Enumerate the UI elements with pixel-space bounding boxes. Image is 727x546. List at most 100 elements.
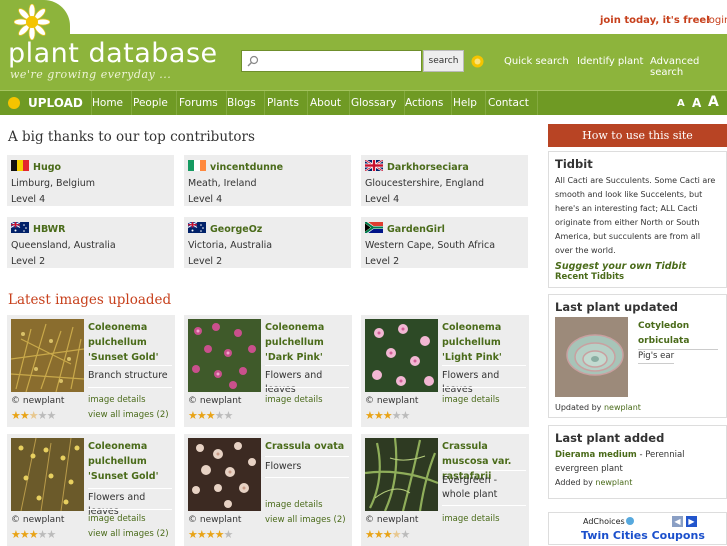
contributor-level: Level 2 xyxy=(11,256,46,267)
last-added-box: Last plant added Dierama medium - Perenn… xyxy=(548,425,727,499)
plant-common-name: Pig's ear xyxy=(638,351,675,364)
contributor-card: HBWR Queensland, Australia Level 2 xyxy=(7,217,174,268)
divider xyxy=(88,488,172,489)
user-link[interactable]: newplant xyxy=(604,403,641,412)
added-by-label: Added by xyxy=(555,478,593,487)
image-details-link[interactable]: image details xyxy=(265,498,323,513)
contributor-level: Level 4 xyxy=(188,194,223,205)
contributor-name[interactable]: vincentdunne xyxy=(210,162,283,173)
ireland-flag-icon xyxy=(188,160,206,171)
contributor-location: Limburg, Belgium xyxy=(11,178,95,189)
plant-thumbnail[interactable] xyxy=(188,438,261,511)
tidbit-text: All Cacti are Succulents. Some Cacti are… xyxy=(555,176,716,255)
font-size-small[interactable]: A xyxy=(677,98,685,109)
rating-stars[interactable]: ★★★★★ xyxy=(365,409,410,422)
tidbit-title: Tidbit xyxy=(555,157,593,171)
next-arrow-icon[interactable]: ▶ xyxy=(686,516,697,527)
quick-search-link[interactable]: Quick search xyxy=(504,56,569,67)
divider xyxy=(88,387,172,388)
image-details-link[interactable]: image details xyxy=(88,512,146,527)
rating-stars[interactable]: ★★★★★ xyxy=(188,409,233,422)
plant-thumbnail[interactable] xyxy=(365,319,438,392)
plant-name-link[interactable]: Dierama medium xyxy=(555,450,637,460)
rating-stars[interactable]: ★★★★★ xyxy=(11,528,56,541)
contributor-location: Gloucestershire, England xyxy=(365,178,485,189)
image-card: Coleonema pulchellum 'Dark Pink' Flowers… xyxy=(184,315,352,427)
image-details-link[interactable]: image details xyxy=(88,393,146,408)
divider xyxy=(265,456,349,457)
divider xyxy=(442,387,526,388)
search-input[interactable] xyxy=(241,50,422,72)
nav-people[interactable]: People xyxy=(125,91,177,115)
view-all-images-link[interactable]: view all images (2) xyxy=(265,513,346,528)
contributor-name[interactable]: Darkhorseciara xyxy=(387,162,469,173)
flower-icon xyxy=(14,4,50,40)
font-size-medium[interactable]: A xyxy=(692,96,701,110)
advanced-search-link[interactable]: Advanced search xyxy=(650,56,727,78)
rating-stars[interactable]: ★★★★★ xyxy=(188,528,233,541)
plant-thumbnail[interactable] xyxy=(188,319,261,392)
plant-thumbnail[interactable] xyxy=(555,317,628,397)
contributor-name[interactable]: HBWR xyxy=(33,224,65,235)
plant-thumbnail[interactable] xyxy=(11,438,84,511)
font-size-large[interactable]: A xyxy=(708,94,719,110)
plant-name-link[interactable]: Cotyledon orbiculata xyxy=(638,319,718,349)
nav-plants[interactable]: Plants xyxy=(259,91,308,115)
plant-title-link[interactable]: Coleonema pulchellum 'Sunset Gold' xyxy=(88,320,173,365)
nav-blogs[interactable]: Blogs xyxy=(219,91,265,115)
contributor-name[interactable]: Hugo xyxy=(33,162,61,173)
plant-title-link[interactable]: Coleonema pulchellum 'Sunset Gold' xyxy=(88,439,173,484)
view-all-images-link[interactable]: view all images (2) xyxy=(88,408,169,423)
image-description: Branch structure xyxy=(88,370,168,381)
image-card: Coleonema pulchellum 'Sunset Gold' Flowe… xyxy=(7,434,175,546)
plant-thumbnail[interactable] xyxy=(365,438,438,511)
plant-title-link[interactable]: Crassula ovata xyxy=(265,439,350,454)
image-details-link[interactable]: image details xyxy=(442,512,500,527)
how-to-use-button[interactable]: How to use this site xyxy=(548,124,727,147)
site-logo[interactable]: plant database xyxy=(8,38,218,69)
plant-thumbnail[interactable] xyxy=(11,319,84,392)
nav-contact[interactable]: Contact xyxy=(480,91,538,115)
divider xyxy=(442,505,526,506)
contributor-level: Level 2 xyxy=(188,256,223,267)
join-link[interactable]: join today, it's free! xyxy=(600,15,711,26)
image-card: Coleonema pulchellum 'Light Pink' Flower… xyxy=(361,315,529,427)
view-all-images-link[interactable]: view all images (2) xyxy=(88,527,169,542)
rating-stars[interactable]: ★★★★★ xyxy=(11,409,56,422)
upload-icon xyxy=(8,97,20,109)
plant-title-link[interactable]: Coleonema pulchellum 'Light Pink' xyxy=(442,320,527,365)
image-card: Coleonema pulchellum 'Sunset Gold' Branc… xyxy=(7,315,175,427)
divider xyxy=(638,349,718,350)
contributor-name[interactable]: GeorgeOz xyxy=(210,224,262,235)
contributor-card: vincentdunne Meath, Ireland Level 4 xyxy=(184,155,351,206)
sun-icon[interactable] xyxy=(471,55,484,68)
image-details-link[interactable]: image details xyxy=(442,393,500,408)
login-link[interactable]: login xyxy=(706,15,727,26)
australia-flag-icon xyxy=(11,222,29,233)
image-credit: © newplant xyxy=(188,515,242,525)
divider xyxy=(88,509,172,510)
divider xyxy=(88,365,172,366)
rating-stars[interactable]: ★★★★★ xyxy=(365,528,410,541)
tidbit-box: Tidbit All Cacti are Succulents. Some Ca… xyxy=(548,151,727,288)
adchoices-label[interactable]: AdChoices xyxy=(583,517,625,526)
prev-arrow-icon[interactable]: ◀ xyxy=(672,516,683,527)
adchoices-icon xyxy=(626,517,634,525)
image-credit: © newplant xyxy=(11,515,65,525)
contributor-card: Darkhorseciara Gloucestershire, England … xyxy=(361,155,528,206)
suggest-tidbit-link[interactable]: Suggest your own Tidbit xyxy=(555,261,686,272)
site-tagline: we're growing everyday ... xyxy=(10,68,172,81)
divider xyxy=(265,365,349,366)
user-link[interactable]: newplant xyxy=(595,478,632,487)
contributor-name[interactable]: GardenGirl xyxy=(387,224,445,235)
search-button[interactable]: search xyxy=(423,50,464,72)
image-details-link[interactable]: image details xyxy=(265,393,323,408)
divider xyxy=(265,477,349,478)
last-updated-title: Last plant updated xyxy=(555,300,678,314)
main-content: A big thanks to our top contributors Hug… xyxy=(0,117,545,546)
identify-plant-link[interactable]: Identify plant xyxy=(577,56,643,67)
upload-button[interactable]: UPLOAD xyxy=(0,91,92,115)
ad-link[interactable]: Twin Cities Coupons xyxy=(581,529,705,542)
plant-title-link[interactable]: Coleonema pulchellum 'Dark Pink' xyxy=(265,320,350,365)
recent-tidbits-link[interactable]: Recent Tidbits xyxy=(555,272,624,282)
